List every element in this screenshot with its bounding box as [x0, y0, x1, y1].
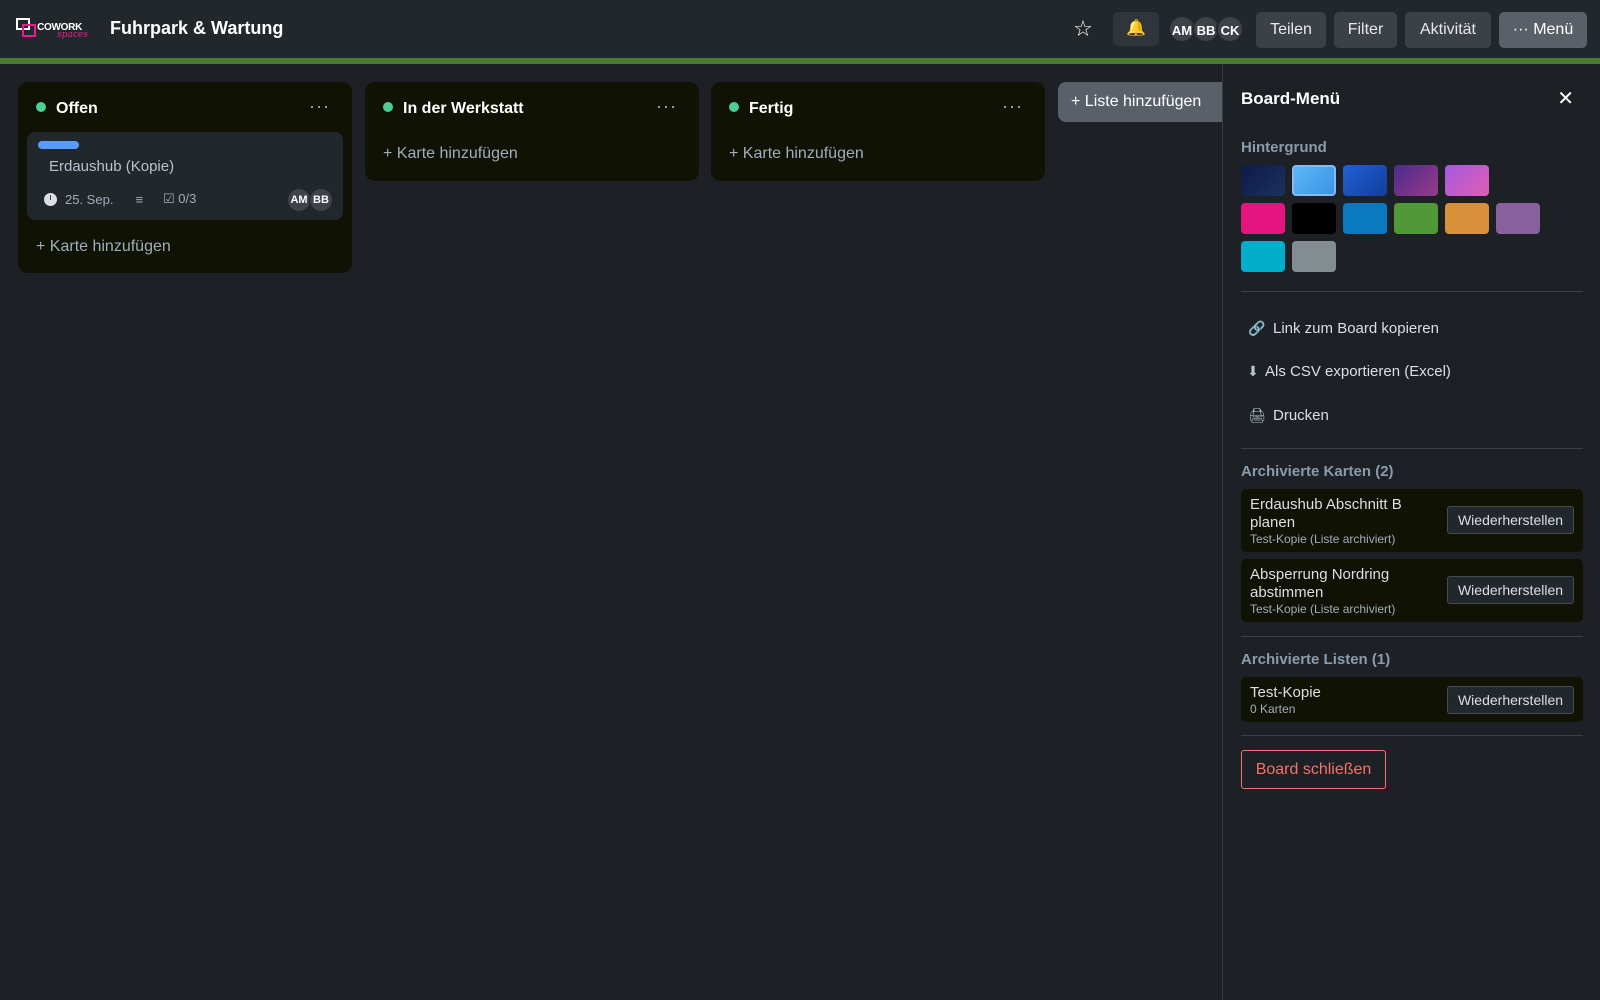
activity-button[interactable]: Aktivität [1405, 12, 1491, 48]
background-swatch[interactable] [1496, 203, 1540, 234]
divider [1241, 636, 1583, 637]
avatar[interactable]: CK [1216, 15, 1244, 43]
board-menu-panel: Board-Menü ✕ Hintergrund 🔗 Link zum Boar… [1222, 64, 1600, 1000]
restore-button[interactable]: Wiederherstellen [1447, 576, 1574, 604]
background-swatch[interactable] [1241, 241, 1285, 272]
board-title[interactable]: Fuhrpark & Wartung [110, 18, 283, 39]
archived-card-title: Absperrung Nordring abstimmen [1250, 566, 1390, 601]
list-title[interactable]: Offen [56, 100, 98, 118]
status-dot-icon [383, 102, 393, 112]
list-menu-button[interactable]: ··· [656, 96, 677, 117]
print-label: Drucken [1273, 406, 1329, 424]
archived-card-sub: Test-Kopie (Liste archiviert) [1250, 602, 1396, 616]
card-label-bar [38, 141, 79, 149]
avatar: BB [309, 188, 333, 212]
copy-link-button[interactable]: 🔗 Link zum Board kopieren [1247, 316, 1439, 340]
list-title[interactable]: Fertig [749, 100, 793, 118]
background-swatch[interactable] [1445, 203, 1489, 234]
card-members: AM BB [287, 188, 333, 212]
background-heading: Hintergrund [1241, 139, 1327, 156]
logo-mark-icon [16, 18, 36, 38]
list-title[interactable]: In der Werkstatt [403, 100, 524, 118]
list-header: In der Werkstatt ··· [365, 82, 699, 136]
list-offen: Offen ··· Erdaushub (Kopie) 25. Sep. ≡ ☑… [18, 82, 352, 273]
add-list-button[interactable]: + Liste hinzufügen [1058, 82, 1224, 122]
add-card-button[interactable]: + Karte hinzufügen [18, 238, 171, 256]
divider [1241, 291, 1583, 292]
background-swatch[interactable] [1394, 203, 1438, 234]
card-due-date: 25. Sep. [65, 191, 114, 207]
notifications-button[interactable]: 🔔 [1113, 12, 1159, 46]
board-members: AM BB CK [1168, 15, 1244, 43]
panel-title: Board-Menü [1241, 89, 1341, 108]
background-swatch[interactable] [1343, 203, 1387, 234]
list-header: Offen ··· [18, 82, 352, 136]
link-icon: 🔗 [1248, 319, 1266, 336]
card[interactable]: Erdaushub (Kopie) 25. Sep. ≡ ☑ 0/3 AM BB [27, 132, 343, 220]
divider [1241, 735, 1583, 736]
top-bar: COWORK spaces Fuhrpark & Wartung ☆ 🔔 AM … [0, 0, 1600, 58]
archived-list-sub: 0 Karten [1250, 702, 1296, 716]
close-icon[interactable]: ✕ [1557, 86, 1574, 111]
bell-icon: 🔔 [1126, 20, 1146, 37]
export-csv-button[interactable]: ⬇ Als CSV exportieren (Excel) [1245, 359, 1451, 383]
archived-card-sub: Test-Kopie (Liste archiviert) [1250, 532, 1396, 546]
status-dot-icon [729, 102, 739, 112]
background-swatch[interactable] [1292, 165, 1336, 196]
background-swatch[interactable] [1292, 203, 1336, 234]
background-swatch[interactable] [1241, 165, 1285, 196]
export-csv-label: Als CSV exportieren (Excel) [1265, 362, 1451, 380]
print-button[interactable]: 🖨 Drucken [1247, 403, 1329, 427]
avatar: AM [287, 188, 311, 212]
list-menu-button[interactable]: ··· [1002, 96, 1023, 117]
background-swatch[interactable] [1241, 203, 1285, 234]
share-button[interactable]: Teilen [1256, 12, 1326, 48]
background-swatch[interactable] [1292, 241, 1336, 272]
star-icon[interactable]: ☆ [1070, 16, 1096, 42]
list-fertig: Fertig ··· + Karte hinzufügen [711, 82, 1045, 181]
archived-card-title: Erdaushub Abschnitt B planen [1250, 496, 1402, 531]
app-logo[interactable]: COWORK spaces [16, 17, 88, 40]
archived-card: Erdaushub Abschnitt B planen Test-Kopie … [1241, 489, 1583, 552]
archived-card: Absperrung Nordring abstimmen Test-Kopie… [1241, 559, 1583, 622]
logo-sub: spaces [57, 30, 88, 40]
close-board-button[interactable]: Board schließen [1241, 750, 1386, 789]
printer-icon: 🖨 [1248, 406, 1266, 423]
archived-lists-heading: Archivierte Listen (1) [1241, 651, 1391, 668]
restore-button[interactable]: Wiederherstellen [1447, 506, 1574, 534]
card-meta: 25. Sep. ≡ ☑ 0/3 [44, 190, 196, 208]
description-icon: ≡ [135, 191, 144, 207]
menu-button[interactable]: ··· Menü [1499, 12, 1587, 48]
download-icon: ⬇ [1247, 362, 1259, 379]
archived-cards-heading: Archivierte Karten (2) [1241, 463, 1394, 480]
checklist-badge: ☑ 0/3 [163, 191, 197, 206]
card-title: Erdaushub (Kopie) [49, 158, 175, 175]
background-swatch[interactable] [1394, 165, 1438, 196]
list-in-der-werkstatt: In der Werkstatt ··· + Karte hinzufügen [365, 82, 699, 181]
restore-button[interactable]: Wiederherstellen [1447, 686, 1574, 714]
list-header: Fertig ··· [711, 82, 1045, 136]
list-menu-button[interactable]: ··· [309, 96, 330, 117]
filter-button[interactable]: Filter [1334, 12, 1397, 48]
background-swatch[interactable] [1445, 165, 1489, 196]
add-card-button[interactable]: + Karte hinzufügen [365, 145, 518, 163]
status-dot-icon [36, 102, 46, 112]
divider [1241, 448, 1583, 449]
background-swatch[interactable] [1343, 165, 1387, 196]
archived-list: Test-Kopie 0 Karten Wiederherstellen [1241, 677, 1583, 722]
copy-link-label: Link zum Board kopieren [1273, 319, 1439, 337]
clock-icon [44, 192, 57, 206]
archived-list-title: Test-Kopie [1250, 684, 1321, 701]
add-card-button[interactable]: + Karte hinzufügen [711, 145, 864, 163]
